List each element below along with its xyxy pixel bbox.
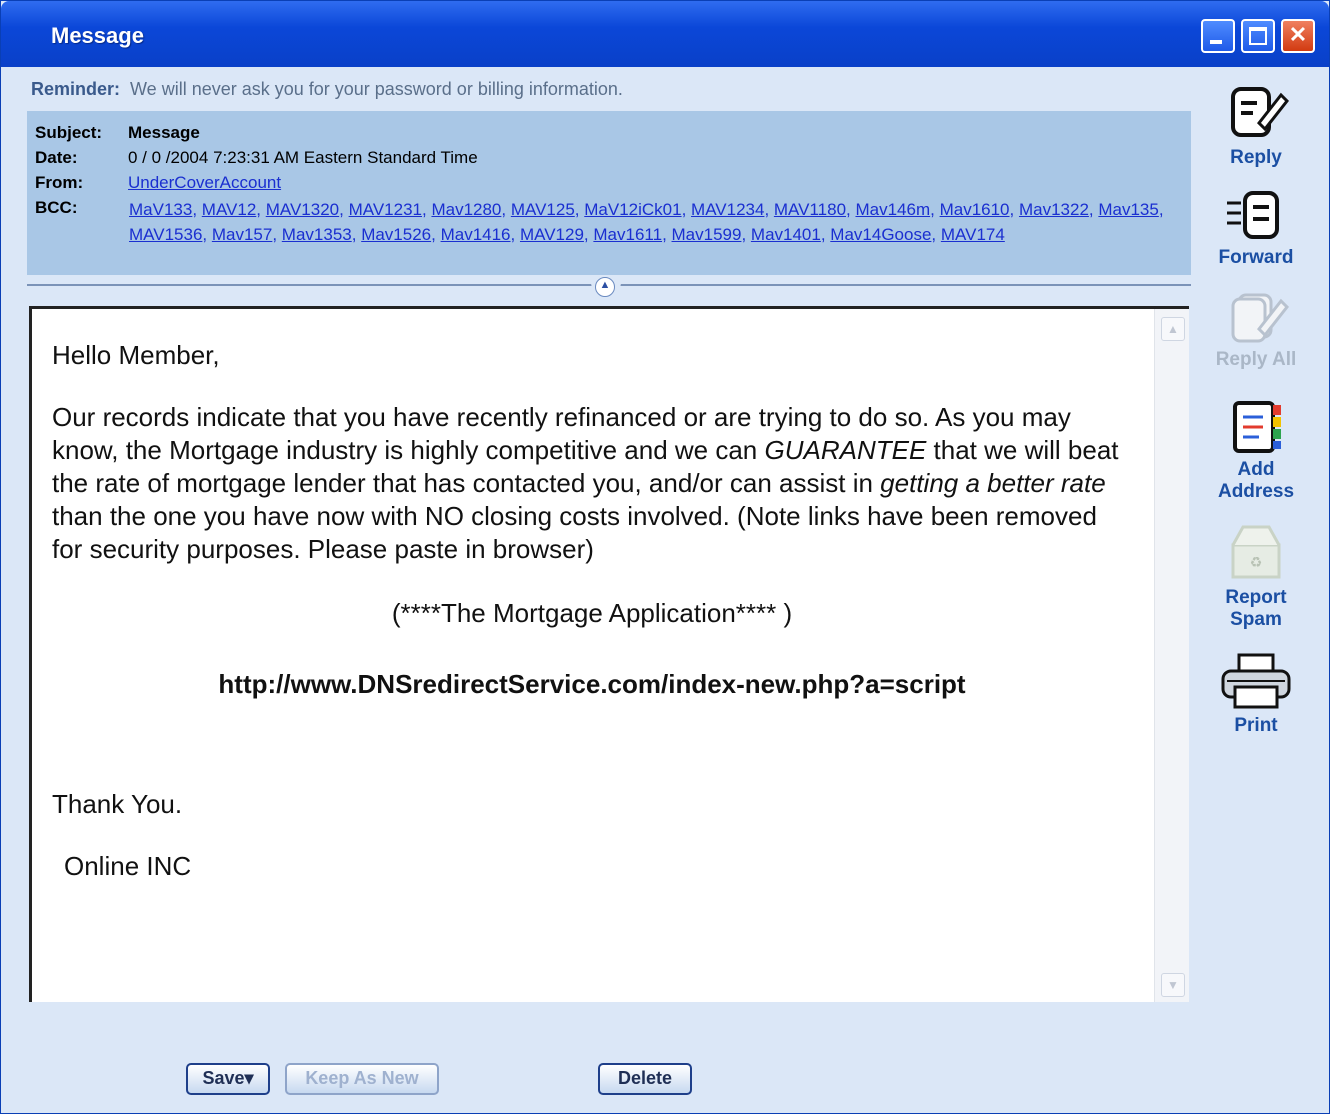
bcc-recipient-link[interactable]: Mav157	[212, 225, 272, 244]
spam-box-icon: ♻	[1231, 525, 1281, 579]
date-value: 0 / 0 /2004 7:23:31 AM Eastern Standard …	[128, 148, 478, 167]
reminder-bar: Reminder: We will never ask you for your …	[31, 79, 623, 100]
bcc-recipient-list: MaV133, MAV12, MAV1320, MAV1231, Mav1280…	[129, 197, 1179, 247]
bcc-recipient-link[interactable]: Mav1526	[361, 225, 431, 244]
reminder-text: We will never ask you for your password …	[130, 79, 623, 99]
subject-row: Subject: Message	[35, 123, 200, 143]
bcc-separator: ,	[1088, 200, 1099, 219]
keep-as-new-button[interactable]: Keep As New	[285, 1063, 439, 1095]
bcc-separator: ,	[1158, 200, 1164, 219]
date-label: Date:	[35, 148, 78, 167]
bcc-recipient-link[interactable]: MaV12iCk01	[584, 200, 681, 219]
message-body[interactable]: Hello Member, Our records indicate that …	[29, 306, 1189, 1002]
forward-icon	[1227, 191, 1279, 239]
bcc-separator: ,	[931, 225, 941, 244]
bcc-separator: ,	[256, 200, 266, 219]
bcc-recipient-link[interactable]: Mav1280	[431, 200, 501, 219]
bcc-separator: ,	[272, 225, 282, 244]
bcc-separator: ,	[339, 200, 349, 219]
bcc-recipient-link[interactable]: Mav1322	[1019, 200, 1089, 219]
bcc-separator: ,	[1009, 200, 1019, 219]
bcc-recipient-link[interactable]: MAV12	[202, 200, 257, 219]
scroll-down-arrow-icon[interactable]: ▼	[1161, 973, 1185, 997]
bcc-separator: ,	[501, 200, 511, 219]
print-button[interactable]: Print	[1201, 653, 1311, 737]
printer-icon	[1221, 653, 1291, 709]
reminder-label: Reminder:	[31, 79, 121, 99]
add-address-button[interactable]: Add Address	[1201, 399, 1311, 503]
maximize-button[interactable]	[1241, 19, 1275, 53]
from-label: From:	[35, 173, 84, 192]
bcc-separator: ,	[351, 225, 362, 244]
bcc-separator: ,	[192, 200, 202, 219]
bcc-recipient-link[interactable]: Mav1416	[441, 225, 511, 244]
bcc-recipient-link[interactable]: Mav14Goose	[830, 225, 931, 244]
close-button[interactable]: ✕	[1281, 19, 1315, 53]
bcc-separator: ,	[820, 225, 831, 244]
redirect-url: http://www.DNSredirectService.com/index-…	[218, 669, 966, 699]
application-line: (****The Mortgage Application**** )	[391, 598, 793, 628]
bcc-separator: ,	[202, 225, 212, 244]
bcc-recipient-link[interactable]: Mav1353	[282, 225, 352, 244]
bcc-label: BCC:	[35, 198, 78, 217]
bcc-row: BCC:	[35, 198, 128, 218]
reply-button[interactable]: Reply	[1201, 81, 1311, 169]
bcc-separator: ,	[574, 200, 585, 219]
bcc-recipient-link[interactable]: Mav1401	[751, 225, 821, 244]
svg-text:♻: ♻	[1250, 555, 1263, 571]
chevron-up-icon: ▲	[595, 277, 615, 297]
bcc-separator: ,	[510, 225, 520, 244]
bcc-recipient-link[interactable]: MaV133	[129, 200, 192, 219]
bcc-recipient-link[interactable]: Mav1611	[593, 225, 662, 244]
message-header: Subject: Message Date: 0 / 0 /2004 7:23:31…	[27, 111, 1191, 275]
collapse-header-button[interactable]: ▲	[591, 275, 621, 297]
subject-value: Message	[128, 123, 200, 142]
date-row: Date: 0 / 0 /2004 7:23:31 AM Eastern Stan…	[35, 148, 478, 168]
bcc-separator: ,	[741, 225, 751, 244]
scroll-up-arrow-icon[interactable]: ▲	[1161, 317, 1185, 341]
save-button[interactable]: Save▾	[186, 1063, 270, 1095]
minimize-button[interactable]	[1201, 19, 1235, 53]
bcc-recipient-link[interactable]: MAV174	[941, 225, 1005, 244]
bcc-recipient-link[interactable]: Mav1599	[672, 225, 742, 244]
bcc-separator: ,	[764, 200, 774, 219]
title-bar[interactable]: Message ✕	[1, 1, 1329, 67]
bcc-separator: ,	[583, 225, 594, 244]
bcc-recipient-link[interactable]: Mav135	[1098, 200, 1158, 219]
bcc-recipient-link[interactable]: MAV1231	[349, 200, 422, 219]
from-row: From: UnderCoverAccount	[35, 173, 281, 193]
forward-button[interactable]: Forward	[1201, 189, 1311, 269]
address-book-icon	[1233, 401, 1281, 453]
bcc-recipient-link[interactable]: MAV129	[520, 225, 584, 244]
bcc-recipient-link[interactable]: MAV125	[511, 200, 575, 219]
greeting: Hello Member,	[52, 340, 220, 370]
thanks-line: Thank You.	[52, 789, 183, 819]
signature: Online INC	[64, 851, 192, 881]
body-paragraph: Our records indicate that you have recen…	[52, 402, 1119, 564]
bcc-recipient-link[interactable]: MAV1234	[691, 200, 764, 219]
bcc-recipient-link[interactable]: Mav146m	[855, 200, 930, 219]
reply-icon	[1231, 87, 1289, 137]
bcc-separator: ,	[662, 225, 672, 244]
delete-button[interactable]: Delete	[598, 1063, 692, 1095]
reply-all-button[interactable]: Reply All	[1201, 291, 1311, 371]
close-icon: ✕	[1288, 22, 1308, 47]
reply-all-icon	[1231, 293, 1290, 343]
vertical-scrollbar[interactable]: ▲ ▼	[1154, 309, 1189, 1002]
maximize-icon	[1249, 27, 1267, 45]
message-window: Message ✕ Reminder: We will never ask you…	[0, 0, 1330, 1114]
subject-label: Subject:	[35, 123, 103, 142]
bcc-separator: ,	[681, 200, 692, 219]
message-text: Hello Member, Our records indicate that …	[52, 339, 1132, 883]
bcc-recipient-link[interactable]: MAV1320	[266, 200, 339, 219]
bcc-recipient-link[interactable]: Mav1610	[940, 200, 1010, 219]
bcc-recipient-link[interactable]: MAV1536	[129, 225, 202, 244]
bcc-recipient-link[interactable]: MAV1180	[774, 200, 846, 219]
window-title: Message	[51, 23, 144, 48]
report-spam-button[interactable]: ♻ Report Spam	[1201, 523, 1311, 631]
bcc-separator: ,	[930, 200, 940, 219]
from-link[interactable]: UnderCoverAccount	[128, 173, 281, 193]
minimize-icon	[1210, 40, 1222, 44]
bcc-separator: ,	[431, 225, 441, 244]
